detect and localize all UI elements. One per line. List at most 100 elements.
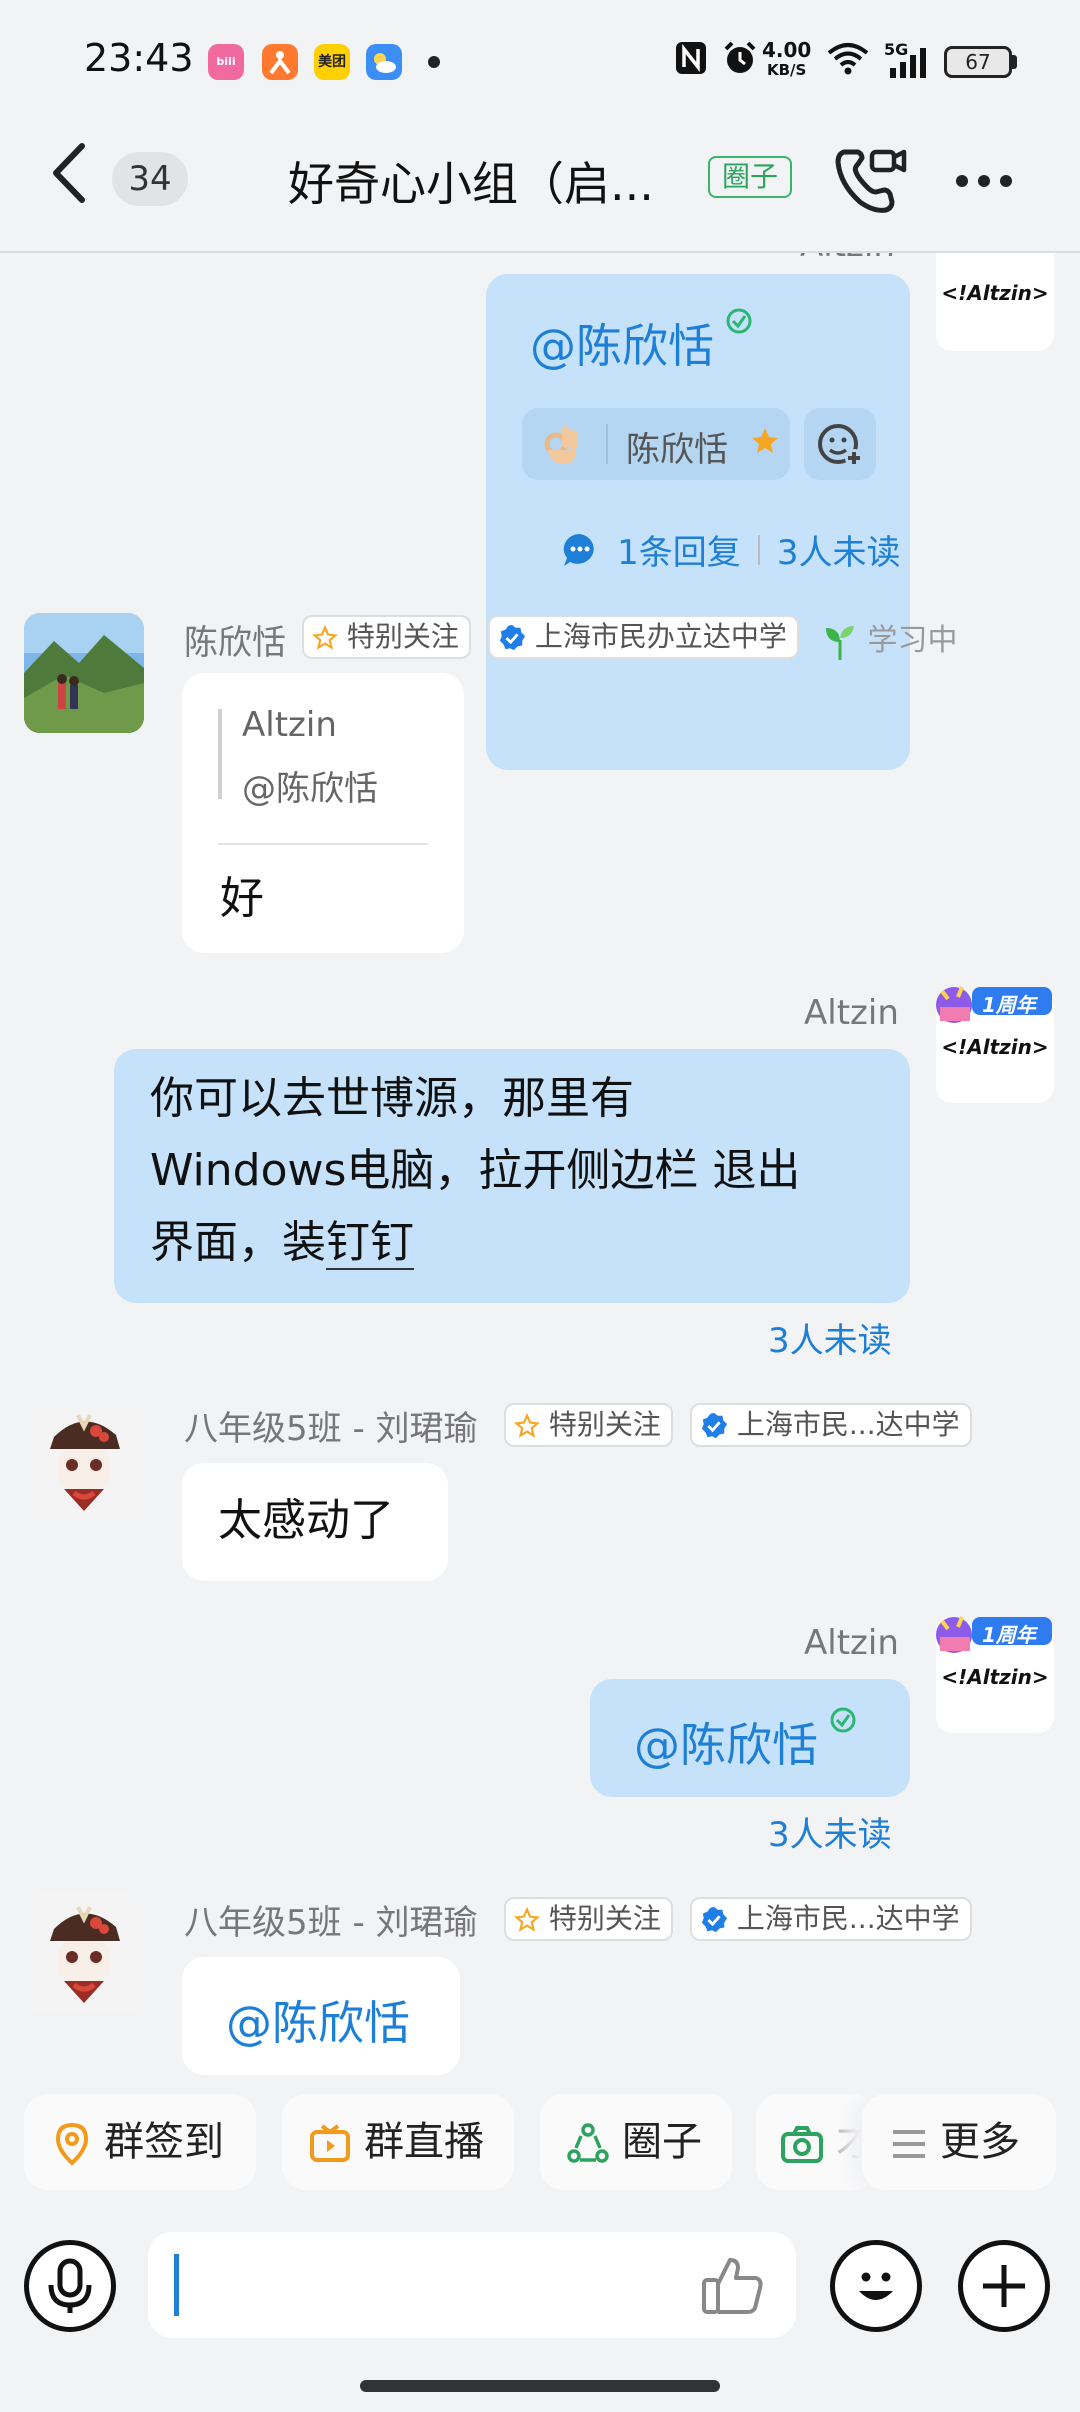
message-bubble-other[interactable]: @陈欣恬 [182,1957,460,2075]
mention-text[interactable]: @陈欣恬 [226,1987,410,2053]
camera-icon [781,2126,823,2163]
dingtalk-link[interactable]: 钉钉 [326,1217,414,1270]
add-reaction-button[interactable] [804,408,876,480]
reply-count[interactable]: 1条回复 [617,533,741,573]
sender-name[interactable]: 八年级5班 - 刘珺瑜 [184,1895,478,1944]
special-follow-label: 特别关注 [548,1902,661,1935]
location-pin-icon [55,2122,89,2166]
voice-input-button[interactable] [24,2240,116,2332]
message-line-2: Windows电脑，拉开侧边栏 退出 [150,1145,801,1196]
thumbs-up-icon [702,2258,763,2314]
message-bubble-self-mention[interactable]: @陈欣恬 陈欣恬 [486,274,910,514]
studying-label: 学习中 [867,623,958,658]
quote-divider [218,843,428,845]
alarm-icon [722,40,758,85]
comment-icon [563,533,594,566]
sender-name-self: Altzin [804,1623,899,1663]
more-features-label: 更多 [940,2119,1020,2165]
avatar-liujunyu[interactable] [24,1893,144,2013]
avatar-self-text: <!Altzin> [941,1035,1049,1059]
message-line-3-text: 界面，装 [150,1217,326,1268]
more-features-button[interactable]: 更多 [862,2094,1056,2190]
studying-status: 学习中 [822,615,958,662]
video-call-button[interactable] [834,144,908,214]
avatar-self[interactable]: <!Altzin> [936,253,1054,351]
school-badge: 上海市民...达中学 [690,1403,972,1447]
message-text: 好 [220,873,264,924]
meituan-icon: 美团 [314,44,350,80]
circle-button[interactable]: 圈子 [540,2094,732,2190]
verified-badge-icon [701,1906,728,1933]
special-follow-label: 特别关注 [548,1408,661,1441]
message-list[interactable]: Altzin <!Altzin> @陈欣恬 陈欣恬 1条回复 3人未读 [0,253,1080,2083]
smiley-icon [859,2272,893,2300]
reply-thread-link[interactable]: 1条回复 3人未读 [560,525,901,574]
message-line-3: 界面，装钉钉 [150,1207,414,1279]
quote-bar [218,709,222,799]
text-cursor [174,2254,179,2316]
unread-status[interactable]: 3人未读 [768,1313,892,1362]
sender-name[interactable]: 八年级5班 - 刘珺瑜 [184,1401,478,1450]
add-attachment-button[interactable] [958,2240,1050,2332]
group-title[interactable]: 好奇心小组（启... [288,148,654,214]
reaction-user: 陈欣恬 [626,430,728,470]
anniversary-label: 1周年 [982,1623,1036,1647]
emoji-add-icon [818,424,863,467]
menu-lines-icon [893,2130,925,2158]
home-indicator[interactable] [360,2380,720,2392]
avatar-self-text: <!Altzin> [941,1665,1049,1689]
quote-text[interactable]: @陈欣恬 [242,761,378,810]
avatar-chenxintian[interactable] [24,613,144,733]
anniversary-label: 1周年 [982,993,1036,1017]
message-bubble-reply[interactable]: Altzin @陈欣恬 好 [182,673,464,953]
phone-video-icon [835,149,907,213]
group-live-button[interactable]: 群直播 [282,2094,514,2190]
back-button[interactable] [50,142,90,219]
message-bubble-self[interactable]: @陈欣恬 [590,1679,910,1797]
mention-text[interactable]: @陈欣恬 [530,310,714,376]
more-dot-icon [1000,175,1012,187]
message-input[interactable] [148,2232,796,2338]
reaction-chip[interactable]: 陈欣恬 [522,408,790,480]
mention-text[interactable]: @陈欣恬 [634,1709,818,1775]
unread-status[interactable]: 3人未读 [768,1807,892,1856]
status-time: 23:43 [84,36,194,80]
avatar-self-text: <!Altzin> [941,281,1049,305]
avatar-liujunyu[interactable] [24,1401,144,1521]
school-label: 上海市民...达中学 [736,1902,960,1935]
star-outline-icon [513,1412,541,1438]
reply-separator [757,534,760,565]
more-dot-icon [956,175,968,187]
thumbs-up-button[interactable] [700,2254,766,2322]
camera-button[interactable]: 才 [756,2094,876,2190]
group-checkin-label: 群签到 [104,2119,224,2165]
school-label: 上海市民...达中学 [736,1408,960,1441]
star-icon [750,426,780,460]
school-label: 上海市民办立达中学 [534,620,787,653]
message-line-1: 你可以去世博源，那里有 [150,1073,634,1124]
circle-tag[interactable]: 圈子 [708,156,793,198]
sender-name-self: Altzin [800,253,895,265]
sender-name-self: Altzin [804,993,899,1033]
wifi-icon [826,40,870,85]
circle-label: 圈子 [622,2119,702,2165]
verified-check-icon [828,1705,858,1739]
reaction-divider [606,424,608,464]
quote-author[interactable]: Altzin [242,705,337,745]
emoji-button[interactable] [830,2240,922,2332]
message-bubble-other[interactable]: 太感动了 [182,1463,448,1581]
notification-dot [428,56,440,68]
anniversary-badge: 1周年 [932,1611,1054,1653]
special-follow-label: 特别关注 [346,620,459,653]
more-options-button[interactable] [956,172,1022,191]
microphone-icon [48,2258,92,2313]
unread-count-badge[interactable]: 34 [112,152,188,206]
network-speed-unit: KB/S [767,61,807,79]
group-checkin-button[interactable]: 群签到 [24,2094,256,2190]
unread-status[interactable]: 3人未读 [777,533,901,573]
network-speed-value: 4.00 [762,38,812,62]
battery-indicator: 67 [944,46,1012,78]
message-bubble-self[interactable]: 你可以去世博源，那里有 Windows电脑，拉开侧边栏 退出 界面，装钉钉 [114,1049,910,1303]
special-follow-badge: 特别关注 [504,1897,673,1941]
sender-name[interactable]: 陈欣恬 [184,615,286,664]
